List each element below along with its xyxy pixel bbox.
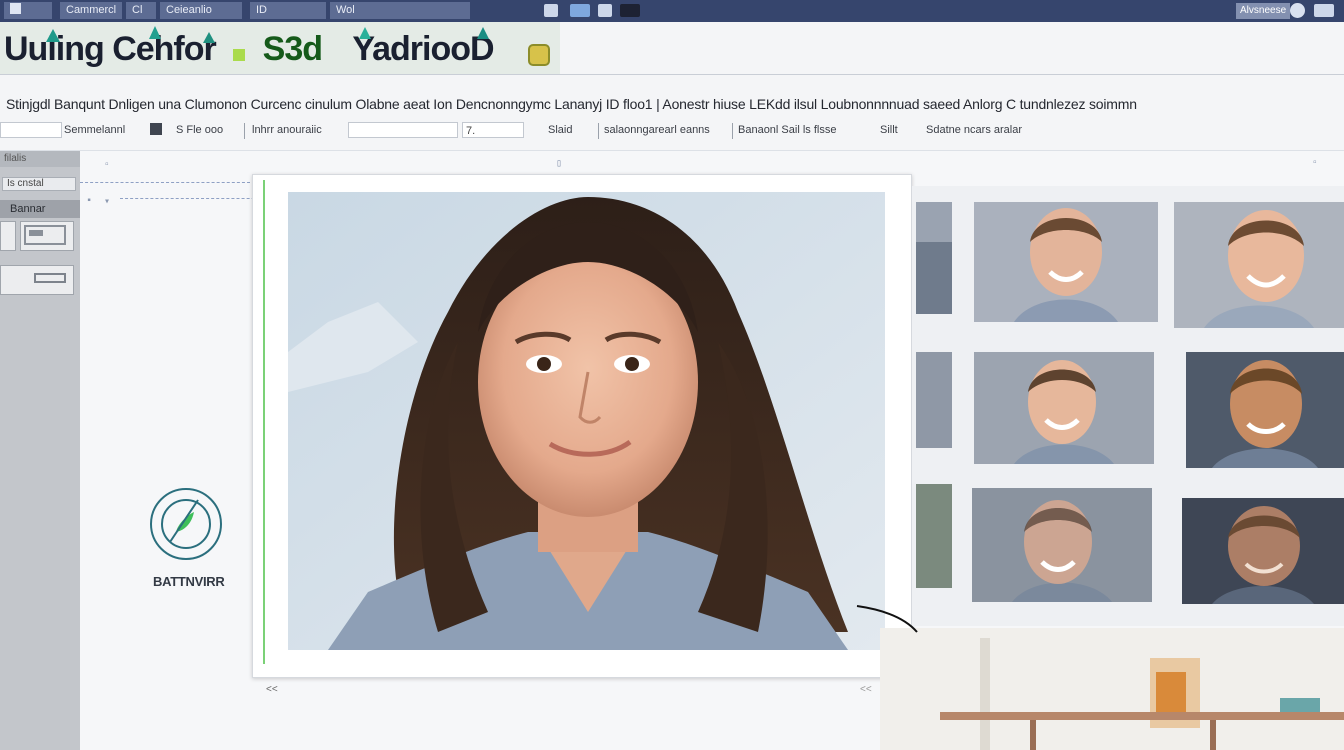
tab-label: Cl — [132, 4, 143, 16]
window-titlebar: Cammercl Cl Ceieanlio ID Wol Alvsneese — [0, 0, 1344, 22]
tab-label: Cammercl — [66, 4, 117, 16]
frame-caption: << — [266, 684, 278, 695]
brand-label: BATTNVIRR — [153, 574, 225, 589]
variation-thumbnail[interactable] — [972, 488, 1152, 602]
ruler-marker: ▾ — [104, 197, 111, 208]
toolbar-input-value: 7. — [466, 125, 476, 137]
window-tab-1[interactable] — [4, 2, 52, 19]
account-label[interactable]: Alvsneese — [1236, 3, 1291, 19]
window-tab-6[interactable]: Wol — [330, 2, 470, 19]
leaf-icon — [46, 29, 60, 42]
ruler-marker: ▯ — [556, 159, 563, 170]
menu-bar[interactable]: Stinjgdl Banqunt Dnligen una Clumonon Cu… — [6, 96, 1137, 112]
divider — [0, 74, 1344, 75]
variation-thumbnail[interactable] — [974, 202, 1158, 322]
app-title-part-1: Uuling Cehfor — [4, 30, 217, 68]
target-icon[interactable] — [148, 486, 224, 562]
window-tab-5[interactable]: ID — [250, 2, 326, 19]
display-icon[interactable] — [620, 4, 640, 17]
window-icon — [24, 225, 66, 245]
guide-line — [80, 182, 250, 183]
toolbar-label[interactable]: Slaid — [548, 124, 572, 136]
document-icon[interactable] — [598, 4, 612, 17]
menu-icon[interactable] — [1314, 4, 1334, 17]
toolbar-label[interactable]: Sillt — [880, 124, 898, 136]
variation-thumbnail[interactable] — [1186, 352, 1344, 468]
tab-label: Wol — [336, 4, 355, 16]
variation-thumbnail[interactable] — [916, 484, 952, 588]
desk-scene-image — [880, 628, 1344, 750]
toolbar-label[interactable]: S Fle ooo — [176, 124, 223, 136]
variation-thumbnail[interactable] — [1182, 498, 1344, 604]
portrait-photo[interactable] — [288, 192, 885, 650]
toolbar-label[interactable]: Banaonl Sail ls flsse — [738, 124, 836, 136]
app-title-part-2: S3d — [262, 30, 323, 68]
app-title: Uuling Cehfor S3d YadriooD — [4, 30, 495, 69]
layer-thumbnail[interactable] — [20, 221, 74, 251]
toolbar-separator — [732, 123, 733, 139]
window-tab-2[interactable]: Cammercl — [60, 2, 122, 19]
ruler-marker: ▫ — [1312, 158, 1319, 169]
variation-thumbnail[interactable] — [974, 352, 1154, 464]
variation-thumbnail[interactable] — [916, 202, 952, 314]
toolbar-label[interactable]: salaonngarearl eanns — [604, 124, 710, 136]
leaf-icon — [359, 27, 371, 39]
panel-icon — [34, 273, 66, 283]
badge-icon[interactable] — [528, 44, 550, 66]
sprout-icon — [233, 49, 245, 61]
toolbar-input[interactable] — [348, 122, 458, 138]
left-panel-section[interactable]: Bannar — [0, 200, 80, 218]
leaf-icon — [477, 27, 489, 39]
toolbar-select[interactable] — [0, 122, 62, 138]
toolbar-separator — [598, 123, 599, 139]
toolbar-input[interactable]: 7. — [462, 122, 524, 138]
toggle-icon[interactable] — [570, 4, 590, 17]
window-tab-4[interactable]: Ceieanlio — [160, 2, 242, 19]
variation-grid — [912, 186, 1344, 626]
ruler-marker: ▪ — [86, 196, 93, 207]
left-panel-row[interactable]: Is cnstal — [2, 177, 76, 191]
left-panel-header: filalis — [0, 151, 80, 167]
toolbar-window-icon[interactable] — [544, 4, 558, 17]
toolbar-label[interactable]: Sdatne ncars aralar — [926, 124, 1022, 136]
toolbar-label[interactable]: lnhrr anouraiic — [252, 124, 322, 136]
tab-label: Ceieanlio — [166, 4, 212, 16]
toolbar-separator — [244, 123, 245, 139]
frame-caption: << — [860, 684, 872, 695]
selection-guide — [263, 180, 265, 664]
window-tab-3[interactable]: Cl — [126, 2, 156, 19]
leaf-icon — [203, 32, 215, 43]
grid-icon[interactable] — [150, 123, 162, 135]
layer-thumbnail[interactable] — [0, 221, 16, 251]
left-panel: filalis Is cnstal Bannar — [0, 151, 80, 750]
app-banner: Uuling Cehfor S3d YadriooD — [0, 22, 560, 74]
toolbar-label[interactable]: Semmelannl — [64, 124, 125, 136]
cursor-line — [856, 605, 918, 633]
toolbar: Semmelannl S Fle ooo lnhrr anouraiic 7. … — [0, 120, 1344, 142]
ruler-marker: ▫ — [104, 160, 111, 171]
window-icon — [10, 3, 21, 14]
leaf-icon — [149, 26, 161, 39]
variation-thumbnail[interactable] — [916, 352, 952, 448]
globe-icon[interactable] — [1290, 3, 1305, 18]
variation-thumbnail[interactable] — [1174, 202, 1344, 328]
tab-label: ID — [256, 4, 267, 16]
account-label-text: Alvsneese — [1240, 5, 1287, 16]
layer-thumbnail[interactable] — [0, 265, 74, 295]
